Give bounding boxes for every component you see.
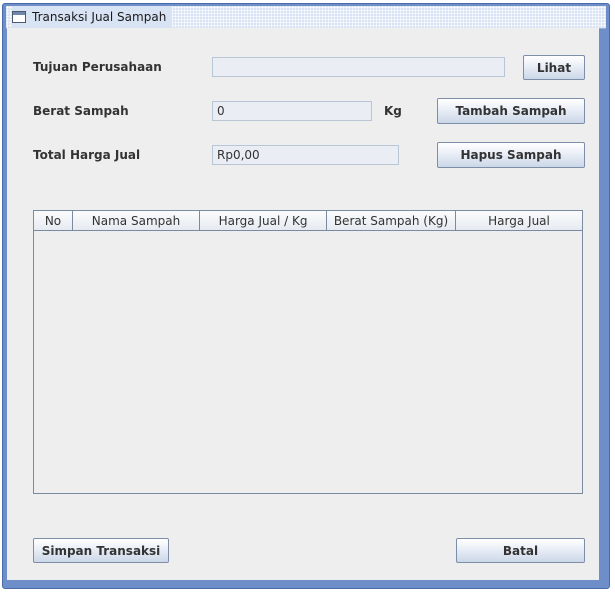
column-header-harga-jual-per-kg[interactable]: Harga Jual / Kg xyxy=(200,211,327,230)
column-header-no[interactable]: No xyxy=(34,211,73,230)
hapus-sampah-button[interactable]: Hapus Sampah xyxy=(437,142,585,168)
simpan-transaksi-button[interactable]: Simpan Transaksi xyxy=(33,538,169,563)
tujuan-perusahaan-field[interactable] xyxy=(212,57,505,77)
total-harga-jual-field[interactable]: Rp0,00 xyxy=(212,145,399,165)
window-title: Transaksi Jual Sampah xyxy=(32,10,167,24)
batal-button[interactable]: Batal xyxy=(456,538,585,563)
lihat-button[interactable]: Lihat xyxy=(523,55,585,80)
tambah-sampah-button[interactable]: Tambah Sampah xyxy=(437,98,585,124)
window-icon xyxy=(12,11,26,23)
table-header: No Nama Sampah Harga Jual / Kg Berat Sam… xyxy=(34,211,582,231)
berat-unit-label: Kg xyxy=(384,104,402,118)
column-header-berat-sampah[interactable]: Berat Sampah (Kg) xyxy=(327,211,456,230)
tujuan-perusahaan-label: Tujuan Perusahaan xyxy=(33,60,162,74)
column-header-nama-sampah[interactable]: Nama Sampah xyxy=(73,211,200,230)
table-body[interactable] xyxy=(34,231,582,493)
form-panel: Tujuan Perusahaan Lihat Berat Sampah 0 K… xyxy=(7,28,599,580)
berat-sampah-field[interactable]: 0 xyxy=(212,101,372,121)
column-header-harga-jual[interactable]: Harga Jual xyxy=(456,211,582,230)
sampah-table[interactable]: No Nama Sampah Harga Jual / Kg Berat Sam… xyxy=(33,210,583,494)
total-harga-jual-label: Total Harga Jual xyxy=(33,148,141,162)
title-bar[interactable]: Transaksi Jual Sampah xyxy=(6,6,606,29)
berat-sampah-label: Berat Sampah xyxy=(33,104,129,118)
